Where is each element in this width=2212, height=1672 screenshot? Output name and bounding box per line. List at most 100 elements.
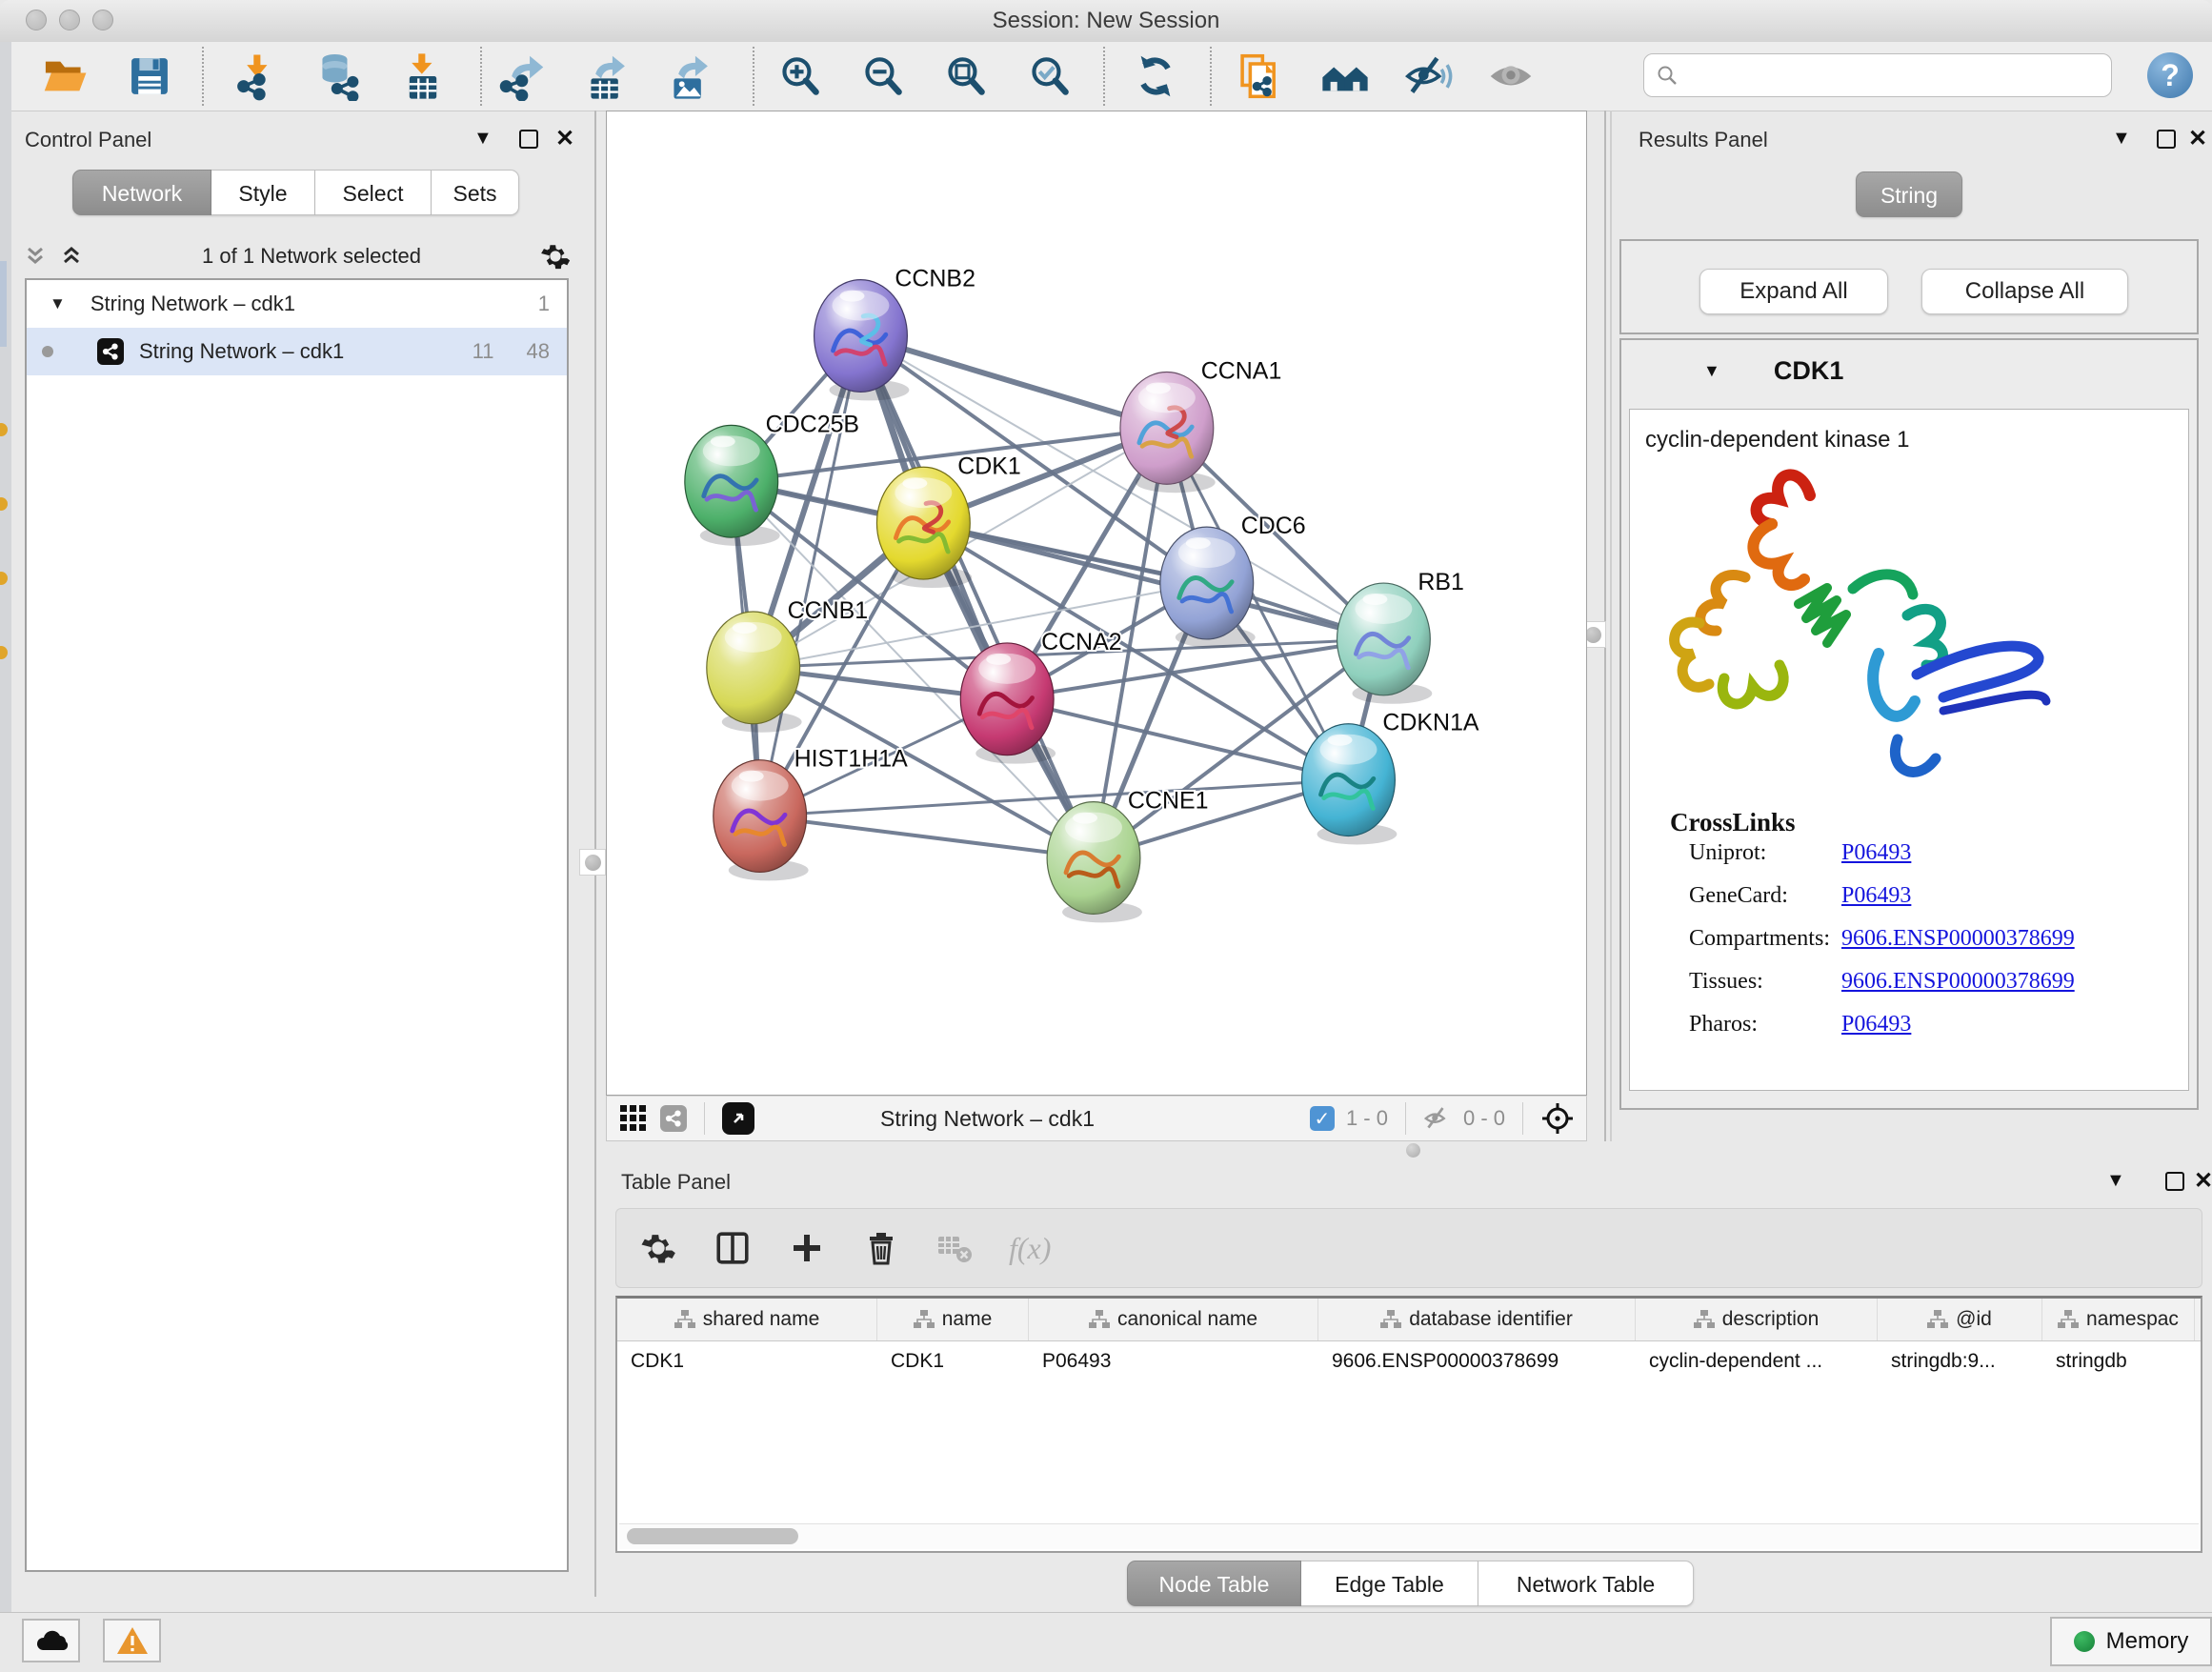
control-panel-collapse-icon[interactable]: ▼: [473, 128, 493, 150]
tab-sets[interactable]: Sets: [432, 170, 519, 215]
cloud-status-button[interactable]: [22, 1619, 80, 1662]
function-builder-icon[interactable]: f(x): [1009, 1231, 1051, 1266]
column-header-database-identifier[interactable]: database identifier: [1318, 1299, 1636, 1340]
show-hide-graphics-button[interactable]: [1318, 50, 1372, 103]
help-question-mark: ?: [2161, 58, 2180, 93]
bottom-splitter-knob[interactable]: [1406, 1143, 1420, 1158]
network-edge[interactable]: [860, 336, 1166, 429]
crosslink-row: Compartments:9606.ENSP00000378699: [1689, 926, 2165, 952]
network-canvas[interactable]: CCNB2CCNA1CDC25BCDK1CDC6RB1CCNB1CCNA2CDK…: [606, 111, 1587, 1096]
tab-string[interactable]: String: [1856, 171, 1962, 217]
table-toolbar: f(x): [615, 1208, 2202, 1288]
horizontal-scrollbar[interactable]: [619, 1523, 2199, 1549]
hidden-eye-icon[interactable]: [1423, 1104, 1452, 1133]
duplicate-network-icon: [1236, 51, 1285, 101]
collapse-all-chevron-icon[interactable]: [23, 244, 48, 269]
network-edge[interactable]: [760, 336, 861, 816]
open-session-button[interactable]: [38, 50, 91, 103]
table-cell: CDK1: [877, 1341, 1029, 1383]
show-columns-icon[interactable]: [712, 1227, 754, 1269]
tab-node-table[interactable]: Node Table: [1127, 1561, 1301, 1606]
selected-checkbox-icon[interactable]: ✓: [1310, 1106, 1335, 1131]
tab-network-table[interactable]: Network Table: [1478, 1561, 1694, 1606]
column-header--id[interactable]: @id: [1878, 1299, 2042, 1340]
network-edge[interactable]: [760, 816, 1094, 858]
search-field[interactable]: [1643, 53, 2112, 97]
gene-section-header[interactable]: ▼ CDK1: [1621, 340, 2197, 401]
gene-collapse-triangle[interactable]: ▼: [1703, 361, 1720, 381]
crosslink-link[interactable]: 9606.ENSP00000378699: [1841, 926, 2075, 952]
network-row[interactable]: String Network – cdk1 11 48: [27, 328, 567, 375]
crosslink-link[interactable]: 9606.ENSP00000378699: [1841, 969, 2075, 995]
tab-select[interactable]: Select: [315, 170, 432, 215]
column-header-canonical-name[interactable]: canonical name: [1029, 1299, 1318, 1340]
search-input[interactable]: [1679, 62, 2111, 89]
zoom-out-button[interactable]: [856, 50, 910, 103]
save-session-button[interactable]: [123, 50, 176, 103]
column-header-name[interactable]: name: [877, 1299, 1029, 1340]
tab-network[interactable]: Network: [72, 170, 211, 215]
results-panel-close-icon[interactable]: ✕: [2188, 130, 2207, 149]
gear-icon[interactable]: [637, 1227, 679, 1269]
crosslink-link[interactable]: P06493: [1841, 840, 1911, 866]
grid-view-icon[interactable]: [618, 1103, 649, 1134]
import-network-database-button[interactable]: [312, 50, 365, 103]
help-button[interactable]: ?: [2147, 52, 2193, 98]
network-node[interactable]: CDKN1A: [1302, 710, 1479, 845]
column-header-shared-name[interactable]: shared name: [617, 1299, 877, 1340]
show-all-button[interactable]: [1484, 50, 1538, 103]
share-view-icon[interactable]: [660, 1105, 687, 1132]
results-panel-float-icon[interactable]: [2157, 130, 2176, 149]
crosslink-row: Pharos:P06493: [1689, 1012, 2165, 1037]
tab-style[interactable]: Style: [211, 170, 315, 215]
network-node[interactable]: CCNA1: [1120, 357, 1281, 493]
network-list-toolbar: 1 of 1 Network selected: [23, 236, 572, 276]
memory-button[interactable]: Memory: [2050, 1617, 2212, 1666]
collapse-all-button[interactable]: Collapse All: [1921, 269, 2128, 314]
results-panel-collapse-icon[interactable]: ▼: [2112, 128, 2131, 150]
zoom-selected-button[interactable]: [1023, 50, 1076, 103]
export-table-button[interactable]: [580, 50, 633, 103]
table-panel-close-icon[interactable]: ✕: [2194, 1172, 2212, 1191]
add-column-icon[interactable]: [786, 1227, 828, 1269]
import-network-file-button[interactable]: [231, 50, 285, 103]
warning-icon: [116, 1626, 149, 1655]
export-image-button[interactable]: [663, 50, 716, 103]
hide-selected-button[interactable]: [1401, 50, 1455, 103]
table-row[interactable]: CDK1CDK1P064939606.ENSP00000378699cyclin…: [617, 1341, 2201, 1383]
network-collection-row[interactable]: ▼ String Network – cdk1 1: [27, 280, 567, 328]
node-label: CDK1: [957, 453, 1021, 479]
network-node[interactable]: CDC6: [1160, 513, 1306, 648]
gear-icon[interactable]: [539, 240, 572, 272]
collection-expand-triangle[interactable]: ▼: [50, 294, 66, 313]
export-network-button[interactable]: [496, 50, 550, 103]
control-panel-float-icon[interactable]: [519, 130, 538, 149]
column-header-namespac[interactable]: namespac: [2042, 1299, 2195, 1340]
import-table-file-button[interactable]: [396, 50, 450, 103]
left-splitter-knob[interactable]: [579, 849, 606, 876]
expand-all-chevron-icon[interactable]: [59, 244, 84, 269]
crosshair-icon[interactable]: [1540, 1101, 1575, 1136]
table-panel-float-icon[interactable]: [2165, 1172, 2184, 1191]
birdseye-view-icon[interactable]: [722, 1102, 754, 1135]
network-edge[interactable]: [923, 523, 1383, 639]
warning-status-button[interactable]: [103, 1619, 161, 1662]
zoom-in-button[interactable]: [774, 50, 827, 103]
expand-all-button[interactable]: Expand All: [1699, 269, 1888, 314]
network-node[interactable]: CCNB2: [814, 266, 975, 401]
network-node[interactable]: RB1: [1337, 569, 1464, 704]
delete-table-icon[interactable]: [935, 1227, 976, 1269]
crosslink-link[interactable]: P06493: [1841, 883, 1911, 909]
delete-column-icon[interactable]: [860, 1227, 902, 1269]
network-edge[interactable]: [860, 336, 1094, 858]
table-panel-collapse-icon[interactable]: ▼: [2106, 1170, 2125, 1192]
control-panel-close-icon[interactable]: ✕: [555, 130, 574, 149]
scrollbar-thumb[interactable]: [627, 1528, 798, 1544]
crosslink-link[interactable]: P06493: [1841, 1012, 1911, 1037]
zoom-fit-button[interactable]: [939, 50, 993, 103]
tab-edge-table[interactable]: Edge Table: [1301, 1561, 1478, 1606]
network-node[interactable]: CDC25B: [685, 411, 859, 546]
new-network-from-selection-button[interactable]: [1234, 50, 1287, 103]
refresh-view-button[interactable]: [1129, 50, 1182, 103]
column-header-description[interactable]: description: [1636, 1299, 1878, 1340]
